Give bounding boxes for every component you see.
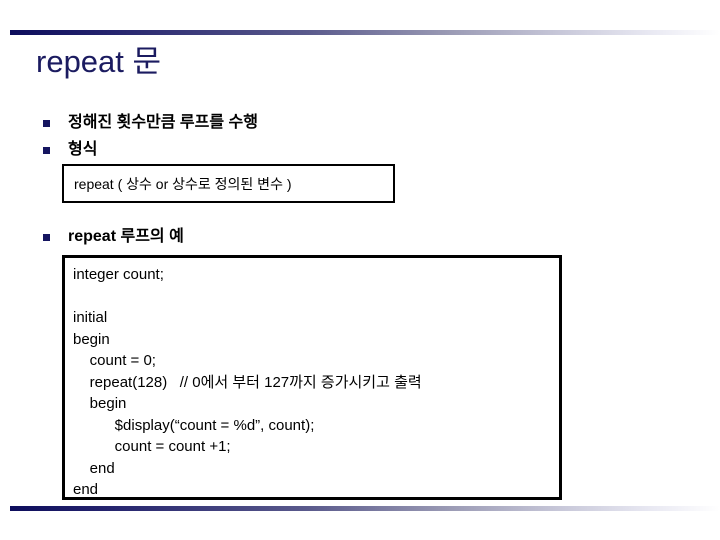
code-line: count = 0; bbox=[73, 352, 156, 369]
code-line: initial bbox=[73, 309, 108, 326]
code-line: count = count +1; bbox=[73, 438, 231, 455]
page-title: repeat 문 bbox=[36, 44, 162, 79]
bullet-label: 정해진 횟수만큼 루프를 수행 bbox=[68, 114, 258, 131]
bottom-gradient-rule bbox=[10, 506, 720, 511]
top-gradient-rule bbox=[10, 30, 720, 35]
format-syntax-text: repeat ( 상수 or 상수로 정의된 변수 ) bbox=[74, 175, 292, 192]
code-line: begin bbox=[73, 330, 110, 348]
code-line: repeat(128) // 0에서 부터 127까지 증가시키고 출력 bbox=[73, 373, 422, 391]
code-line: begin bbox=[73, 395, 127, 412]
bullet-label: repeat 루프의 예 bbox=[68, 228, 184, 245]
bullet-item-loop-count: 정해진 횟수만큼 루프를 수행 bbox=[43, 112, 258, 133]
code-line: end bbox=[73, 459, 115, 477]
bullet-item-example: repeat 루프의 예 bbox=[43, 226, 184, 247]
code-line: $display(“count = %d”, count); bbox=[73, 416, 315, 434]
square-bullet-icon bbox=[43, 120, 50, 127]
bullet-label: 형식 bbox=[68, 141, 98, 158]
square-bullet-icon bbox=[43, 147, 50, 154]
square-bullet-icon bbox=[43, 234, 50, 241]
bullet-item-format: 형식 bbox=[43, 139, 97, 160]
code-line: integer count; bbox=[73, 266, 164, 283]
slide: repeat 문 정해진 횟수만큼 루프를 수행 형식 repeat ( 상수 … bbox=[0, 0, 720, 540]
code-line: end bbox=[73, 481, 99, 498]
code-example-box: integer count; initial begin count = 0; … bbox=[62, 255, 562, 500]
format-syntax-box: repeat ( 상수 or 상수로 정의된 변수 ) bbox=[62, 164, 395, 203]
